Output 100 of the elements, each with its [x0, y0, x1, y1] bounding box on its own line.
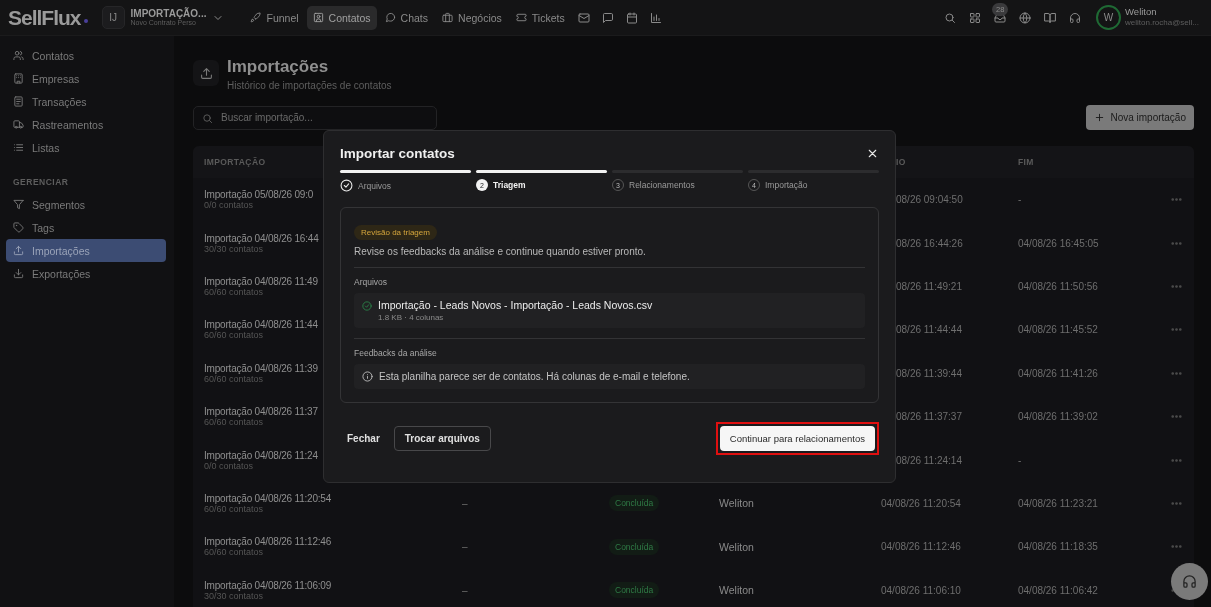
chat-icon [384, 12, 396, 23]
import-title[interactable]: Importação 04/08/26 11:06:09 [204, 579, 332, 591]
globe-icon[interactable] [1019, 11, 1032, 24]
workspace-name[interactable]: IMPORTAÇÃO... [130, 8, 207, 20]
feedback-text: Esta planilha parece ser de contatos. Há colunas de e-mail e telefone. [379, 371, 690, 382]
column-header: IMPORTAÇÃO [204, 157, 267, 167]
page-title: Importações [227, 57, 330, 77]
search-field[interactable]: Buscar importação... [193, 105, 437, 130]
book-icon[interactable] [1044, 11, 1057, 24]
import-title[interactable]: Importação 05/08/26 09:0 [204, 189, 314, 201]
table-cell-text: 08/26 09:04:50 [895, 194, 964, 206]
table-cell-text: 04/08/26 11:39:02 [1018, 411, 1099, 423]
table-cell-text: 08/26 11:49:21 [895, 280, 963, 292]
nav-tab[interactable]: Chats [378, 5, 435, 30]
section-label: Arquivos [354, 277, 389, 287]
search-icon[interactable] [944, 11, 957, 24]
table-cell-text: 08/26 11:24:14 [895, 454, 963, 466]
change-files-button[interactable]: Trocar arquivos [393, 426, 491, 451]
upload-icon [13, 245, 24, 256]
contact-count: 60/60 contatos [204, 547, 264, 558]
filter-icon [13, 199, 24, 210]
plus-icon [1094, 112, 1106, 123]
workspace-avatar: IJ [101, 6, 125, 29]
receipt-icon [13, 96, 24, 107]
bar-chart-icon[interactable] [649, 11, 662, 24]
import-title[interactable]: Importação 04/08/26 11:44 [204, 319, 318, 331]
briefcase-icon [442, 12, 454, 23]
sidebar-item[interactable]: Rastreamentos [6, 113, 166, 136]
triage-badge: Revisão da triagem [354, 225, 437, 240]
page-subtitle: Histórico de importações de contatos [227, 80, 392, 91]
table-cell-text: 04/08/26 11:18:35 [1018, 541, 1099, 553]
column-header: IO [895, 157, 907, 167]
import-title[interactable]: Importação 04/08/26 11:37 [204, 406, 318, 418]
sidebar-item[interactable]: Exportações [6, 262, 166, 285]
nav-tab[interactable]: Contatos [306, 5, 377, 30]
dialog-title: Importar contatos [340, 146, 455, 161]
building-icon [13, 73, 24, 84]
new-import-button[interactable]: Nova importação [1086, 105, 1194, 130]
sidebar-item[interactable]: Segmentos [6, 193, 166, 216]
column-header: FIM [1018, 157, 1035, 167]
contact-count: 60/60 contatos [204, 417, 264, 428]
info-icon [362, 371, 373, 382]
sidebar-item[interactable]: Listas [6, 136, 166, 159]
sidebar-item[interactable]: Empresas [6, 67, 166, 90]
user-cell-text: Weliton [719, 540, 755, 553]
grid-icon[interactable] [969, 11, 982, 24]
table-cell-text: – [462, 541, 469, 553]
status-badge: Concluída [609, 582, 660, 599]
contact-count: 60/60 contatos [204, 330, 264, 341]
close-icon[interactable] [866, 147, 879, 160]
import-title[interactable]: Importação 04/08/26 11:49 [204, 275, 318, 287]
sidebar-item[interactable]: Transações [6, 90, 166, 113]
import-title[interactable]: Importação 04/08/26 11:20:54 [204, 492, 332, 504]
tag-icon [13, 222, 24, 233]
file-meta: 1.8 KB · 4 colunas [378, 313, 445, 322]
import-title[interactable]: Importação 04/08/26 11:12:46 [204, 536, 332, 548]
users-icon [13, 50, 24, 61]
table-cell-text: – [462, 584, 469, 596]
nav-tab[interactable]: Negócios [436, 5, 508, 30]
ticket-icon [515, 12, 527, 23]
table-cell-text: 08/26 11:44:44 [895, 324, 963, 336]
contact-count: 60/60 contatos [204, 373, 264, 384]
status-badge: Concluída [609, 495, 660, 512]
import-title[interactable]: Importação 04/08/26 16:44 [204, 232, 319, 244]
contact-count: 60/60 contatos [204, 503, 264, 514]
mail-icon[interactable] [577, 11, 590, 24]
upload-icon [199, 66, 213, 80]
sidebar-item[interactable]: Importações [6, 239, 166, 262]
logo: SellFlux [8, 5, 81, 30]
table-cell-text: 04/08/26 11:12:46 [881, 541, 962, 553]
calendar-icon[interactable] [625, 11, 638, 24]
table-cell-text: 04/08/26 11:41:26 [1018, 367, 1099, 379]
contact-card-icon [312, 12, 324, 23]
contact-count: 60/60 contatos [204, 286, 264, 297]
user-cell-text: Weliton [719, 584, 755, 597]
check-circle-icon [362, 301, 372, 311]
sidebar-item[interactable]: Contatos [6, 44, 166, 67]
download-icon [13, 268, 24, 279]
table-cell-text: 04/08/26 11:45:52 [1018, 324, 1099, 336]
headset-icon [1182, 574, 1197, 589]
table-cell-text: 04/08/26 16:45:05 [1018, 237, 1100, 249]
table-cell-text: 04/08/26 11:23:21 [1018, 497, 1099, 509]
message-icon[interactable] [601, 11, 614, 24]
continue-button[interactable]: Continuar para relacionamentos [719, 426, 875, 451]
table-cell-text: - [1018, 194, 1023, 206]
section-title: GERENCIAR [12, 176, 70, 189]
step-label[interactable]: Importação [765, 180, 808, 190]
step-label[interactable]: Triagem [493, 180, 526, 190]
import-title[interactable]: Importação 04/08/26 11:39 [204, 362, 318, 374]
step-label[interactable]: Arquivos [358, 180, 392, 191]
import-title[interactable]: Importação 04/08/26 11:24 [204, 449, 318, 461]
nav-tab[interactable]: Funnel [244, 5, 305, 30]
headset-icon[interactable] [1069, 11, 1082, 24]
step-label[interactable]: Relacionamentos [629, 180, 695, 190]
sidebar-item[interactable]: Tags [6, 216, 166, 239]
table-cell-text: 04/08/26 11:20:54 [881, 497, 962, 509]
nav-tab[interactable]: Tickets [509, 5, 571, 30]
user-avatar[interactable]: W [1096, 5, 1122, 30]
user-cell-text: Weliton [719, 497, 755, 510]
close-button[interactable]: Fechar [347, 433, 380, 444]
